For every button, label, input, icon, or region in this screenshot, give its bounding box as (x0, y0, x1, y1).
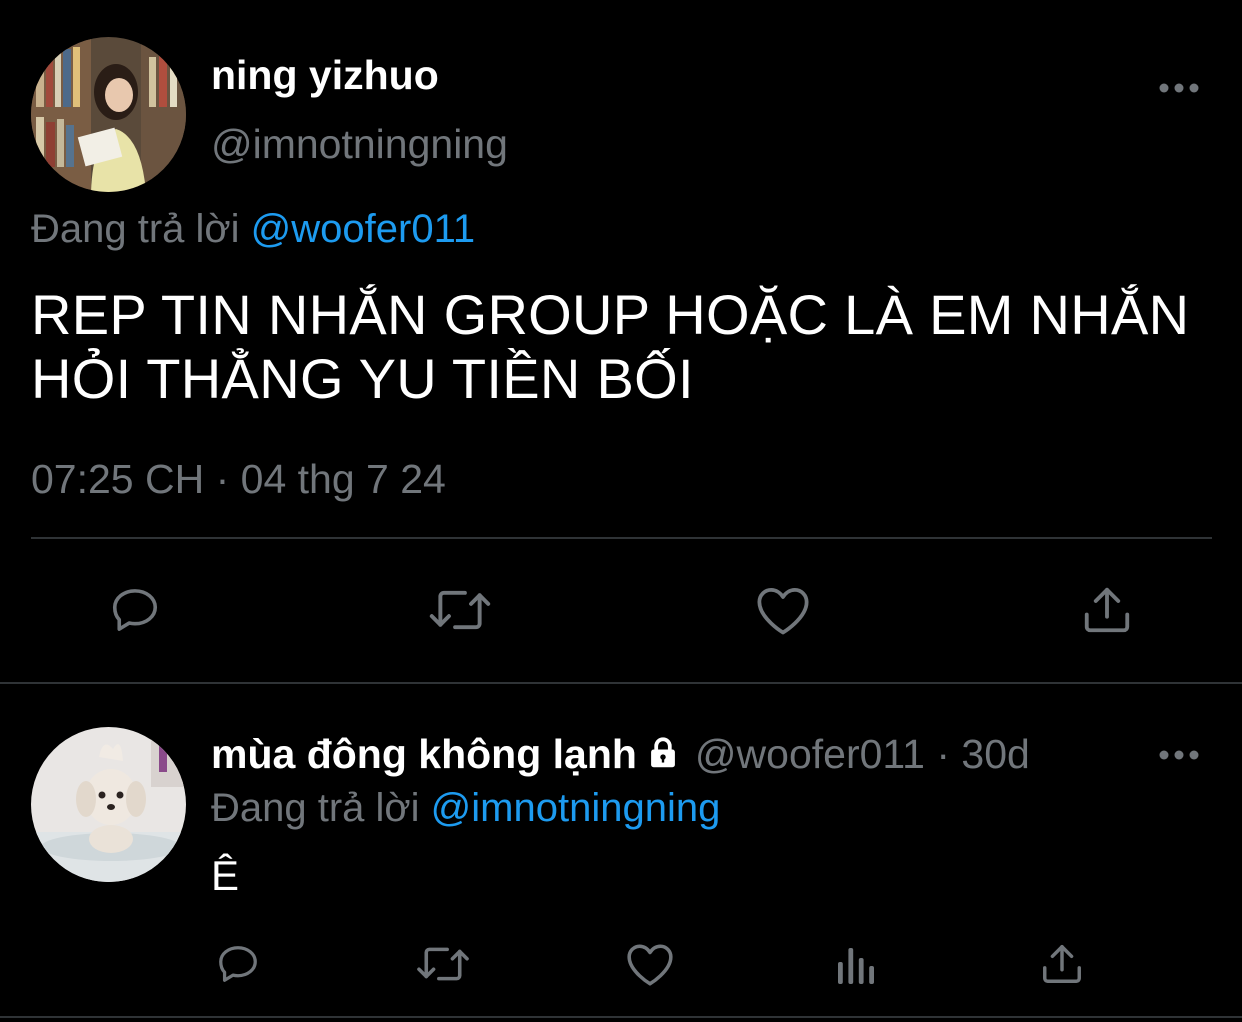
avatar[interactable] (31, 727, 186, 882)
reply-icon[interactable] (212, 940, 264, 988)
replying-to-line: Đang trả lời @woofer011 (31, 207, 475, 252)
more-icon[interactable] (1156, 70, 1202, 106)
lock-icon (645, 735, 681, 774)
tweet-text-line: REP TIN NHẮN GROUP HOẶC LÀ EM NHẮN (31, 283, 1190, 346)
divider (0, 1016, 1242, 1018)
avatar[interactable] (31, 37, 186, 192)
analytics-icon[interactable] (832, 940, 880, 988)
author-display-name[interactable]: ning yizhuo (211, 52, 439, 99)
reply-header: mùa đông không lạnh @woofer011 · 30d (211, 731, 1030, 778)
replying-to-label: Đang trả lời (31, 207, 240, 251)
retweet-icon[interactable] (426, 582, 494, 638)
share-icon[interactable] (1038, 940, 1086, 988)
tweet-detail-screen: ning yizhuo @imnotningning Đang trả lời … (0, 0, 1242, 1022)
reply-author-handle[interactable]: @woofer011 (695, 731, 925, 778)
like-icon[interactable] (624, 940, 676, 988)
reply-age[interactable]: 30d (961, 731, 1029, 778)
reply-author-display-name[interactable]: mùa đông không lạnh (211, 731, 637, 778)
reply-icon[interactable] (104, 582, 166, 638)
meta-separator: · (924, 731, 962, 777)
tweet-text-line: HỎI THẲNG YU TIỀN BỐI (31, 347, 694, 410)
retweet-icon[interactable] (414, 940, 472, 988)
share-icon[interactable] (1078, 582, 1136, 638)
divider (31, 537, 1212, 539)
reply-text: Ê (211, 852, 240, 899)
replying-to-mention[interactable]: @imnotningning (431, 786, 721, 830)
like-icon[interactable] (752, 582, 814, 638)
replying-to-label: Đang trả lời (211, 786, 420, 830)
more-icon[interactable] (1156, 737, 1202, 773)
replying-to-line: Đang trả lời @imnotningning (211, 786, 720, 831)
author-handle[interactable]: @imnotningning (211, 121, 508, 168)
replying-to-mention[interactable]: @woofer011 (251, 207, 475, 251)
divider (0, 682, 1242, 684)
tweet-text: REP TIN NHẮN GROUP HOẶC LÀ EM NHẮN HỎI T… (31, 283, 1211, 411)
tweet-timestamp[interactable]: 07:25 CH · 04 thg 7 24 (31, 456, 446, 503)
